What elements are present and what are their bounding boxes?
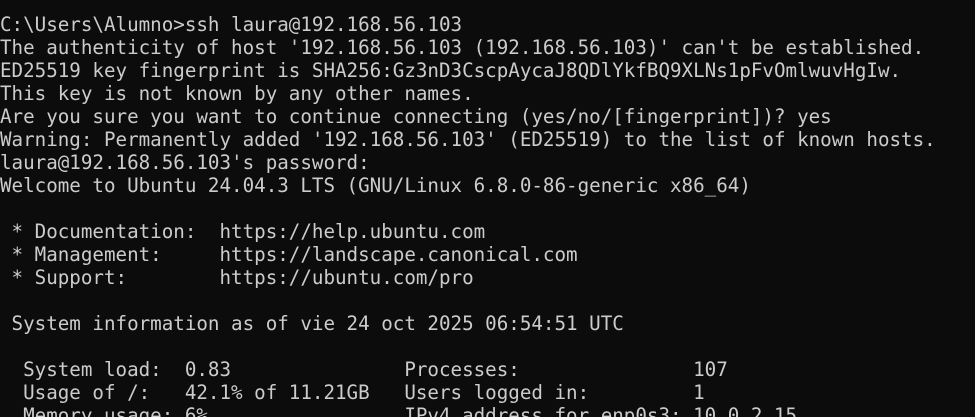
terminal-line-disk-usage: Usage of /: 42.1% of 11.21GB Users logge…: [0, 381, 705, 404]
terminal-line-system-info-header: System information as of vie 24 oct 2025…: [0, 312, 624, 335]
terminal-line-management: * Management: https://landscape.canonica…: [0, 243, 578, 266]
terminal-line-support: * Support: https://ubuntu.com/pro: [0, 266, 474, 289]
terminal-line-key-fingerprint: ED25519 key fingerprint is SHA256:Gz3nD3…: [0, 59, 902, 82]
terminal-line-authenticity-warning: The authenticity of host '192.168.56.103…: [0, 36, 925, 59]
terminal-line-documentation: * Documentation: https://help.ubuntu.com: [0, 220, 486, 243]
terminal-line-password-prompt: laura@192.168.56.103's password:: [0, 151, 370, 174]
terminal-line-key-unknown: This key is not known by any other names…: [0, 82, 474, 105]
terminal-line-welcome: Welcome to Ubuntu 24.04.3 LTS (GNU/Linux…: [0, 174, 751, 197]
terminal-line-ssh-command: C:\Users\Alumno>ssh laura@192.168.56.103: [0, 13, 463, 36]
terminal-line-memory-usage: Memory usage: 6% IPv4 address for enp0s3…: [0, 404, 798, 417]
terminal-output[interactable]: C:\Users\Alumno>ssh laura@192.168.56.103…: [0, 13, 975, 417]
terminal-line-continue-prompt: Are you sure you want to continue connec…: [0, 105, 832, 128]
terminal-line-system-load: System load: 0.83 Processes: 107: [0, 358, 728, 381]
terminal-line-known-hosts-warning: Warning: Permanently added '192.168.56.1…: [0, 128, 936, 151]
